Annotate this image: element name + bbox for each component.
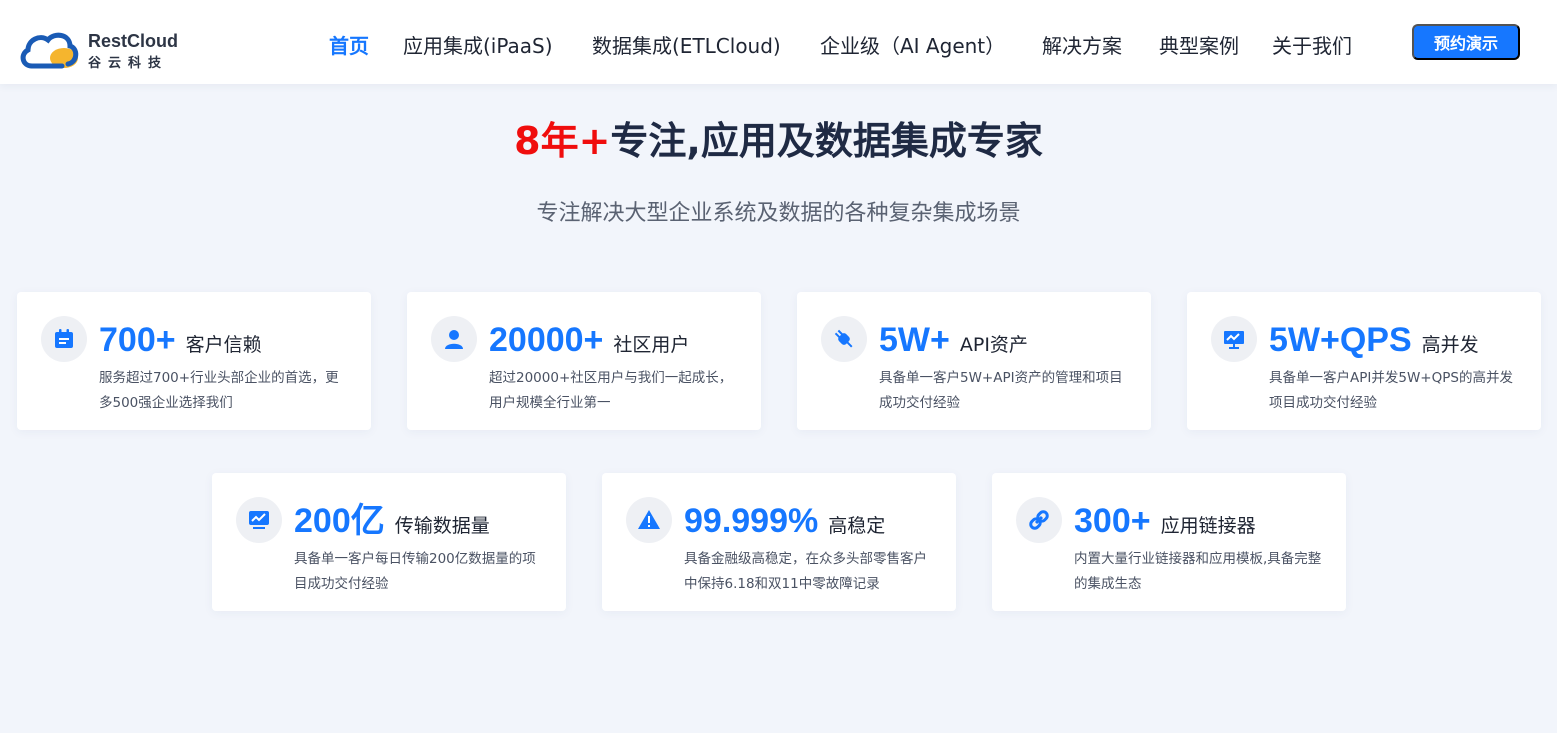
monitor-chart-icon: [236, 497, 282, 543]
hero-headline: 8年+专注,应用及数据集成专家: [0, 110, 1557, 165]
stat-card-concurrency: 5W+QPS 高并发 具备单一客户API并发5W+QPS的高并发项目成功交付经验: [1187, 292, 1541, 430]
cloud-logo-icon: [20, 32, 79, 69]
stat-value: 300+: [1074, 502, 1151, 540]
stat-value: 200亿: [294, 502, 385, 540]
stat-card-api: 5W+ API资产 具备单一客户5W+API资产的管理和项目成功交付经验: [797, 292, 1151, 430]
stat-card-stability: 99.999% 高稳定 具备金融级高稳定，在众多头部零售客户中保持6.18和双1…: [602, 473, 956, 611]
brand-name: RestCloud: [88, 31, 178, 51]
stat-headline: 20000+ 社区用户: [489, 320, 689, 360]
nav-item-home[interactable]: 首页: [329, 30, 369, 59]
stat-description: 内置大量行业链接器和应用模板,具备完整的集成生态: [1074, 551, 1322, 592]
stat-headline: 200亿 传输数据量: [294, 501, 490, 541]
stat-description: 超过20000+社区用户与我们一起成长，用户规模全行业第一: [489, 370, 733, 411]
stat-value: 5W+QPS: [1269, 321, 1412, 359]
brand-logo[interactable]: RestCloud 谷云科技: [20, 28, 190, 72]
stat-label: 传输数据量: [394, 515, 490, 537]
top-navbar: RestCloud 谷云科技 首页 应用集成(iPaaS) 数据集成(ETLCl…: [0, 0, 1557, 84]
stat-headline: 5W+QPS 高并发: [1269, 320, 1479, 360]
book-demo-button[interactable]: 预约演示: [1412, 24, 1520, 60]
stat-label: 高稳定: [828, 515, 886, 537]
stat-description: 具备单一客户API并发5W+QPS的高并发项目成功交付经验: [1269, 370, 1513, 411]
stat-card-data-volume: 200亿 传输数据量 具备单一客户每日传输200亿数据量的项目成功交付经验: [212, 473, 566, 611]
presentation-chart-icon: [1211, 316, 1257, 362]
warning-icon: [626, 497, 672, 543]
stat-value: 5W+: [879, 321, 950, 359]
stat-description: 具备金融级高稳定，在众多头部零售客户中保持6.18和双11中零故障记录: [684, 551, 927, 592]
stat-value: 20000+: [489, 321, 604, 359]
stat-description: 具备单一客户每日传输200亿数据量的项目成功交付经验: [294, 551, 536, 592]
stat-description: 服务超过700+行业头部企业的首选，更多500强企业选择我们: [99, 370, 339, 411]
nav-item-solutions[interactable]: 解决方案: [1042, 30, 1122, 59]
stat-headline: 5W+ API资产: [879, 320, 1028, 360]
nav-item-ipaas[interactable]: 应用集成(iPaaS): [403, 30, 553, 59]
stat-card-community: 20000+ 社区用户 超过20000+社区用户与我们一起成长，用户规模全行业第…: [407, 292, 761, 430]
plug-icon: [821, 316, 867, 362]
nav-item-cases[interactable]: 典型案例: [1159, 30, 1239, 59]
brand-subtitle: 谷云科技: [88, 56, 169, 71]
nav-item-about[interactable]: 关于我们: [1272, 30, 1352, 59]
stat-value: 700+: [99, 321, 176, 359]
stat-label: 应用链接器: [1160, 515, 1256, 537]
calendar-icon: [41, 316, 87, 362]
link-icon: [1016, 497, 1062, 543]
stat-label: 高并发: [1421, 334, 1479, 356]
nav-item-etlcloud[interactable]: 数据集成(ETLCloud): [592, 30, 781, 59]
hero-subheadline: 专注解决大型企业系统及数据的各种复杂集成场景: [536, 201, 1021, 226]
stat-card-customers: 700+ 客户信赖 服务超过700+行业头部企业的首选，更多500强企业选择我们: [17, 292, 371, 430]
nav-item-ai-agent[interactable]: 企业级（AI Agent）: [820, 30, 1005, 59]
stat-headline: 99.999% 高稳定: [684, 501, 885, 541]
user-icon: [431, 316, 477, 362]
stat-card-connectors: 300+ 应用链接器 内置大量行业链接器和应用模板,具备完整的集成生态: [992, 473, 1346, 611]
stat-headline: 300+ 应用链接器: [1074, 501, 1256, 541]
stat-label: 社区用户: [613, 334, 690, 356]
stat-label: 客户信赖: [185, 334, 262, 356]
stat-value: 99.999%: [684, 502, 819, 540]
stat-description: 具备单一客户5W+API资产的管理和项目成功交付经验: [879, 370, 1123, 411]
stat-headline: 700+ 客户信赖: [99, 320, 262, 360]
hero-headline-accent: 8年+: [514, 119, 611, 163]
hero-headline-text: 专注,应用及数据集成专家: [610, 119, 1043, 163]
stat-label: API资产: [959, 334, 1028, 356]
